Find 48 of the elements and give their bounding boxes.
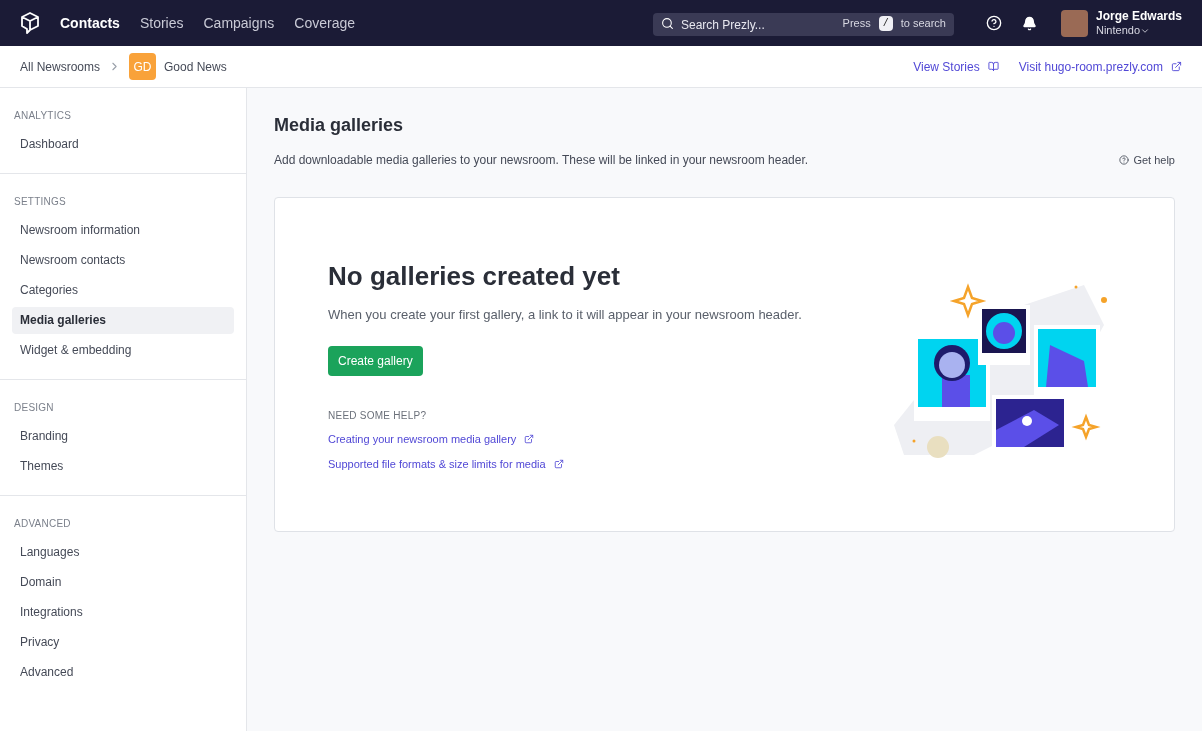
header-link[interactable]: Visit hugo-room.prezly.com — [1018, 57, 1182, 76]
logo-icon — [20, 12, 40, 34]
nav-tab[interactable]: Contacts — [60, 12, 120, 34]
header-link[interactable]: View Stories — [913, 57, 999, 76]
sidebar-item[interactable]: Dashboard — [12, 131, 234, 158]
book-icon — [987, 61, 999, 72]
external-link-icon — [524, 434, 535, 445]
section-heading: SETTINGS — [13, 195, 67, 209]
newsroom-badge: GD — [129, 53, 156, 80]
nav-tab[interactable]: Coverage — [294, 12, 355, 34]
external-link-icon — [553, 458, 564, 469]
sidebar-item[interactable]: Advanced — [12, 659, 234, 686]
section-heading: ANALYTICS — [13, 109, 73, 123]
avatar-photo-placeholder — [1060, 9, 1088, 37]
sidebar-item[interactable]: Privacy — [12, 629, 234, 656]
nav-tab[interactable]: Stories — [139, 12, 184, 34]
sidebar-item[interactable]: Media galleries — [12, 307, 234, 334]
nav-tab[interactable]: Campaigns — [203, 12, 275, 34]
page-description: Add downloadable media galleries to your newsroom. These will be linked in your newsroom header. — [274, 152, 809, 169]
sidebar-item[interactable]: Integrations — [12, 599, 234, 626]
sidebar-item[interactable]: Themes — [12, 453, 234, 480]
notifications-button[interactable] — [1021, 15, 1037, 31]
breadcrumb-link[interactable]: All Newsrooms — [20, 57, 100, 76]
empty-state-text: When you create your first gallery, a link to it will appear in your newsroom header. — [328, 306, 803, 324]
section-heading: DESIGN — [13, 401, 55, 415]
sidebar-item[interactable]: Branding — [12, 423, 234, 450]
sidebar-item[interactable]: Newsroom information — [12, 217, 234, 244]
search-icon — [660, 16, 674, 30]
help-heading: NEED SOME HELP? — [328, 409, 428, 423]
sidebar-item[interactable]: Newsroom contacts — [12, 247, 234, 274]
organization-dropdown[interactable]: Nintendo — [1095, 23, 1182, 38]
help-link[interactable]: Creating your newsroom media gallery — [328, 431, 803, 448]
sidebar-item[interactable]: Categories — [12, 277, 234, 304]
section-heading: ADVANCED — [13, 517, 72, 531]
empty-state-title: No galleries created yet — [328, 260, 621, 293]
sidebar-item[interactable]: Domain — [12, 569, 234, 596]
external-link-icon — [1171, 61, 1182, 72]
help-link[interactable]: Supported file formats & size limits for media — [328, 455, 803, 472]
get-help-link[interactable]: Get help — [1119, 151, 1175, 169]
sidebar-item[interactable]: Widget & embedding — [12, 337, 234, 364]
search-hint-text: Press — [842, 15, 871, 31]
help-button[interactable] — [985, 15, 1002, 31]
newsroom-name: Good News — [164, 58, 227, 76]
search-hint-text: to search — [900, 15, 946, 31]
help-icon — [1119, 155, 1130, 165]
user-name: Jorge Edwards — [1095, 8, 1182, 24]
sidebar-item[interactable]: Languages — [12, 539, 234, 566]
page-title: Media galleries — [274, 114, 405, 137]
